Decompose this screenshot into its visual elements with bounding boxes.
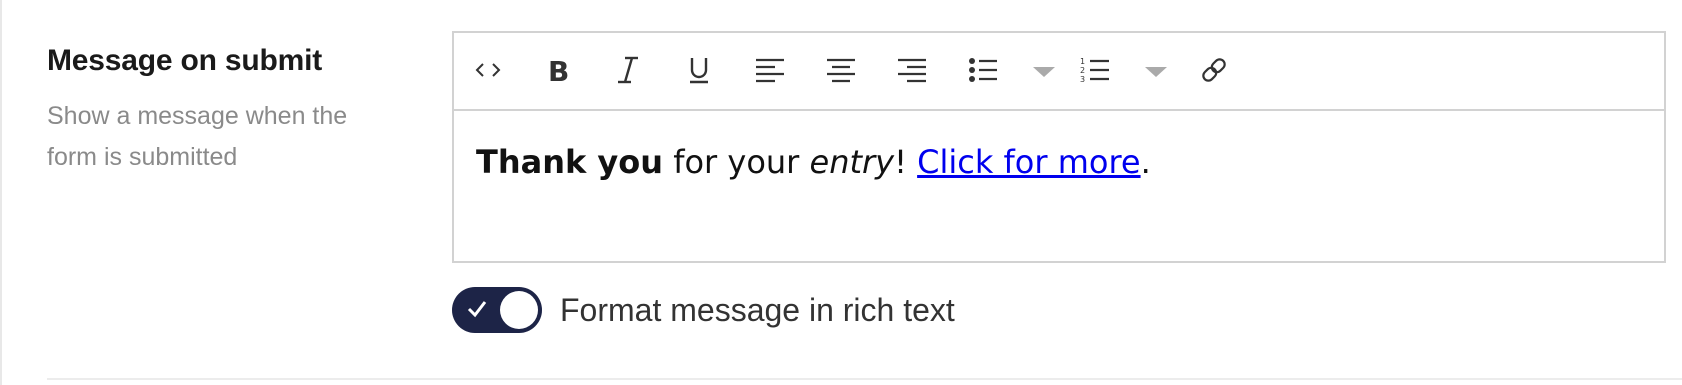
bulleted-list-button[interactable]	[963, 50, 1003, 90]
editor-content[interactable]: Thank you for your entry! Click for more…	[476, 143, 1151, 181]
insert-link-button[interactable]	[1194, 50, 1234, 90]
content-link[interactable]: Click for more	[917, 143, 1140, 181]
editor-toolbar: B 1 2 3	[454, 33, 1664, 111]
numbered-list-dropdown[interactable]	[1144, 64, 1168, 80]
bold-icon: B	[548, 55, 569, 85]
italic-button[interactable]	[608, 50, 648, 90]
underline-icon	[690, 58, 708, 84]
rich-text-toggle[interactable]	[452, 287, 542, 333]
svg-text:3: 3	[1080, 75, 1085, 84]
align-right-icon	[898, 58, 926, 83]
setting-description: Show a message when the form is submitte…	[47, 102, 348, 171]
code-icon	[475, 63, 501, 77]
section-divider	[47, 378, 1682, 380]
rich-text-toggle-label: Format message in rich text	[560, 291, 955, 328]
align-left-button[interactable]	[750, 50, 790, 90]
rich-text-editor: B 1 2 3 Thank you for your entry! Click …	[452, 31, 1666, 263]
align-center-icon	[827, 58, 855, 83]
align-right-button[interactable]	[892, 50, 932, 90]
bulleted-list-icon	[969, 58, 997, 82]
check-icon	[467, 301, 487, 318]
svg-text:2: 2	[1080, 66, 1085, 75]
code-view-button[interactable]	[468, 50, 508, 90]
toggle-knob	[500, 291, 538, 329]
svg-text:1: 1	[1080, 57, 1085, 66]
numbered-list-icon: 1 2 3	[1080, 57, 1109, 84]
message-on-submit-setting: Message on submit Show a message when th…	[0, 0, 1682, 385]
rich-text-toggle-row: Format message in rich text	[452, 286, 955, 334]
italic-text: entry	[809, 143, 895, 181]
underline-button[interactable]	[679, 50, 719, 90]
caret-down-icon	[1033, 67, 1055, 77]
caret-down-icon	[1145, 67, 1167, 77]
italic-icon	[618, 56, 638, 84]
plain-text: for your	[663, 143, 810, 181]
link-icon	[1202, 58, 1226, 82]
bold-text: Thank you	[476, 143, 664, 181]
align-left-icon	[756, 58, 784, 83]
svg-text:B: B	[548, 55, 569, 85]
bulleted-list-dropdown[interactable]	[1032, 64, 1056, 80]
plain-text: !	[894, 143, 918, 181]
align-center-button[interactable]	[821, 50, 861, 90]
numbered-list-button[interactable]: 1 2 3	[1075, 50, 1115, 90]
setting-title: Message on submit	[47, 44, 322, 77]
plain-text: .	[1140, 143, 1151, 181]
bold-button[interactable]: B	[538, 50, 578, 90]
